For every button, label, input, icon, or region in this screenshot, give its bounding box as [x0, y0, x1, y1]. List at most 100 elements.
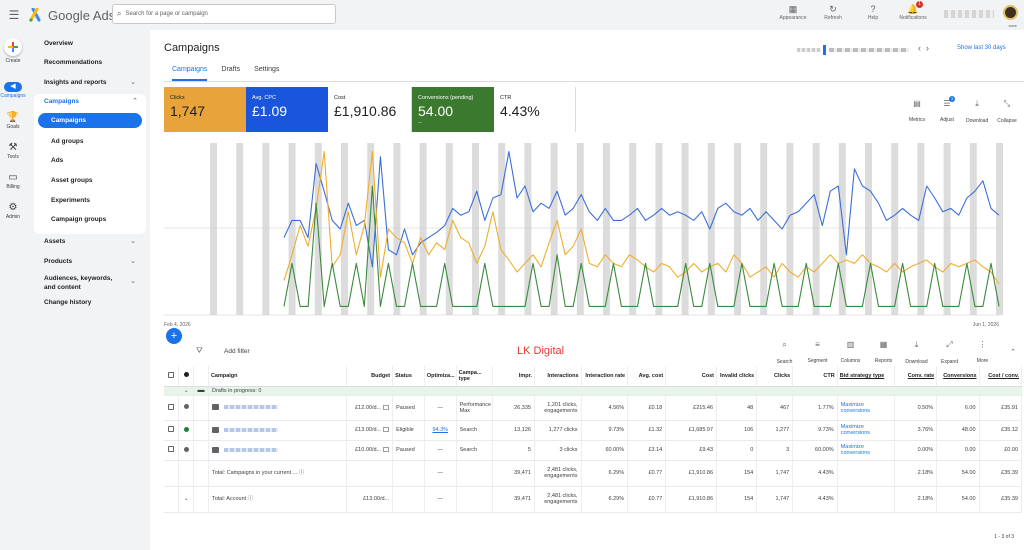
tab-campaigns[interactable]: Campaigns [172, 66, 208, 81]
chevron-up-icon[interactable]: ⌃ [132, 97, 138, 105]
edit-budget-icon[interactable] [383, 404, 390, 410]
campaign-cell[interactable] [208, 440, 347, 461]
help-button[interactable]: ? Help [857, 3, 889, 21]
row-checkbox[interactable] [168, 403, 175, 410]
drafts-row[interactable]: ⌄ ▬ Drafts in progress: 0 [164, 386, 1023, 396]
col-impr[interactable]: Impr. [492, 366, 535, 387]
create-button[interactable]: Create [0, 38, 26, 64]
date-nav-arrows[interactable]: ‹ › [918, 43, 929, 53]
expand-chevron-icon[interactable]: ⌄ [184, 388, 189, 394]
nav-change-history[interactable]: Change history [44, 299, 91, 306]
cell-bid[interactable]: Maximize conversions [837, 395, 895, 421]
table-row[interactable]: £12.00/d... Paused — Performance Max 26,335 1… [164, 395, 1023, 421]
tab-settings[interactable]: Settings [254, 66, 279, 81]
chevron-down-icon[interactable]: ⌄ [130, 237, 136, 245]
cell-opt[interactable]: 94.3% [424, 420, 457, 441]
campaign-cell[interactable] [208, 420, 347, 441]
filter-icon[interactable]: ⛛ [196, 346, 203, 356]
row-checkbox[interactable] [168, 446, 175, 452]
nav-campaign-groups[interactable]: Campaign groups [51, 216, 106, 223]
metric-card-3[interactable]: Conversions (pending) 54.00 -- [412, 87, 494, 132]
col-clicks[interactable]: Clicks [756, 366, 794, 387]
nav-asset-groups[interactable]: Asset groups [51, 177, 93, 184]
search-tool-button[interactable]: ⌕ Search [771, 340, 798, 368]
collapse-button[interactable]: ⤡ Collapse [996, 99, 1018, 127]
chevron-down-icon[interactable]: ⌄ [130, 257, 136, 265]
nav-assets[interactable]: Assets [44, 238, 65, 245]
columns-tool-button[interactable]: ▥ Columns [837, 340, 864, 368]
expand-chevron-icon[interactable]: ⌄ [184, 496, 189, 502]
nav-campaigns-selected[interactable]: Campaigns [38, 113, 142, 128]
col-interaction-rate[interactable]: Interaction rate [581, 366, 629, 387]
metric-card-1[interactable]: Avg. CPC £1.09 [246, 87, 328, 132]
col-campaign[interactable]: Campaign [208, 366, 347, 387]
rail-campaigns[interactable]: ◀ Campaigns [0, 82, 26, 99]
download-button[interactable]: ⤓ Download [966, 99, 988, 127]
col-cost-per-conv[interactable]: Cost / conv. [979, 366, 1023, 387]
nav-audiences[interactable]: Audiences, keywords, and content [44, 274, 124, 292]
metric-card-0[interactable]: Clicks 1,747 [164, 87, 246, 132]
more-tool-button[interactable]: ⋮ More [969, 340, 996, 368]
col-optimization[interactable]: Optimiza... [424, 366, 457, 387]
col-interactions[interactable]: Interactions [534, 366, 582, 387]
nav-campaigns-header[interactable]: Campaigns [44, 98, 79, 105]
google-ads-logo[interactable]: Google Ads [28, 8, 115, 23]
chevron-down-icon[interactable]: ⌄ [130, 277, 136, 285]
main-menu-icon[interactable]: ☰ [2, 8, 26, 22]
cell-bid[interactable]: Maximize conversions [837, 440, 895, 461]
rail-goals[interactable]: 🏆 Goals [0, 112, 26, 130]
row-checkbox[interactable] [168, 426, 175, 432]
help-icon[interactable]: ⓘ [248, 496, 254, 502]
cell-opt[interactable]: — [424, 395, 457, 421]
account-name-blurred[interactable] [944, 10, 994, 18]
col-invalid-clicks[interactable]: Invalid clicks [716, 366, 758, 387]
edit-budget-icon[interactable] [383, 427, 390, 433]
rail-admin[interactable]: ⚙ Admin [0, 202, 26, 220]
refresh-button[interactable]: ↻ Refresh [817, 3, 849, 21]
nav-recommendations[interactable]: Recommendations [44, 59, 102, 66]
select-all-checkbox[interactable] [168, 371, 175, 378]
expand-tool-button[interactable]: ⤢ Expand [936, 340, 963, 368]
help-icon[interactable]: ⓘ [299, 470, 305, 476]
edit-budget-icon[interactable] [383, 447, 390, 453]
chevron-down-icon[interactable]: ⌄ [130, 78, 136, 86]
campaign-name-blurred[interactable] [223, 405, 278, 410]
col-campaign-type[interactable]: Campa... type [456, 366, 493, 387]
date-range-blurred[interactable] [829, 48, 909, 52]
segment-tool-button[interactable]: ≡ Segment [804, 340, 831, 368]
tab-drafts[interactable]: Drafts [221, 66, 240, 81]
notifications-button[interactable]: 🔔 Notifications 1 [897, 1, 929, 21]
cell-bid[interactable]: Maximize conversions [837, 420, 895, 441]
appearance-button[interactable]: ▦ Appearance [777, 3, 809, 21]
metric-card-2[interactable]: Cost £1,910.86 [328, 87, 412, 132]
date-range-dropdown[interactable]: Show last 30 days [957, 45, 1006, 51]
campaign-name-blurred[interactable] [223, 447, 278, 452]
table-row[interactable]: £10.00/d... Paused — Search 5 3 clicks 60.00% £… [164, 440, 1023, 461]
col-ctr[interactable]: CTR [792, 366, 838, 387]
table-row[interactable]: £13.00/d... Eligible 94.3% Search 13,126 1,27… [164, 420, 1023, 441]
reports-tool-button[interactable]: ▦ Reports [870, 340, 897, 368]
campaign-name-blurred[interactable] [223, 427, 278, 432]
rail-billing[interactable]: ▭ Billing [0, 172, 26, 190]
collapse-caret-icon[interactable]: ⌃ [1010, 348, 1016, 356]
rail-tools[interactable]: ⚒ Tools [0, 142, 26, 160]
search-input[interactable]: ⌕ Search for a page or campaign [112, 4, 336, 24]
col-status[interactable]: Status [392, 366, 425, 387]
nav-overview[interactable]: Overview [44, 40, 73, 47]
col-bid-strategy[interactable]: Bid strategy type [837, 366, 895, 387]
campaign-cell[interactable] [208, 395, 347, 421]
nav-ads[interactable]: Ads [51, 157, 63, 164]
col-cost[interactable]: Cost [665, 366, 718, 387]
download-tool-button[interactable]: ⤓ Download [903, 340, 930, 368]
nav-products[interactable]: Products [44, 258, 72, 265]
nav-insights[interactable]: Insights and reports [44, 79, 106, 86]
col-budget[interactable]: Budget [346, 366, 394, 387]
cell-opt[interactable]: — [424, 440, 457, 461]
nav-experiments[interactable]: Experiments [51, 197, 90, 204]
avatar[interactable] [1003, 5, 1018, 20]
nav-ad-groups[interactable]: Ad groups [51, 138, 84, 145]
adjust-button[interactable]: ☰ Adjust 3 [936, 96, 958, 127]
col-conversions[interactable]: Conversions [936, 366, 980, 387]
col-avg-cost[interactable]: Avg. cost [627, 366, 667, 387]
add-filter-button[interactable]: Add filter [224, 348, 250, 355]
